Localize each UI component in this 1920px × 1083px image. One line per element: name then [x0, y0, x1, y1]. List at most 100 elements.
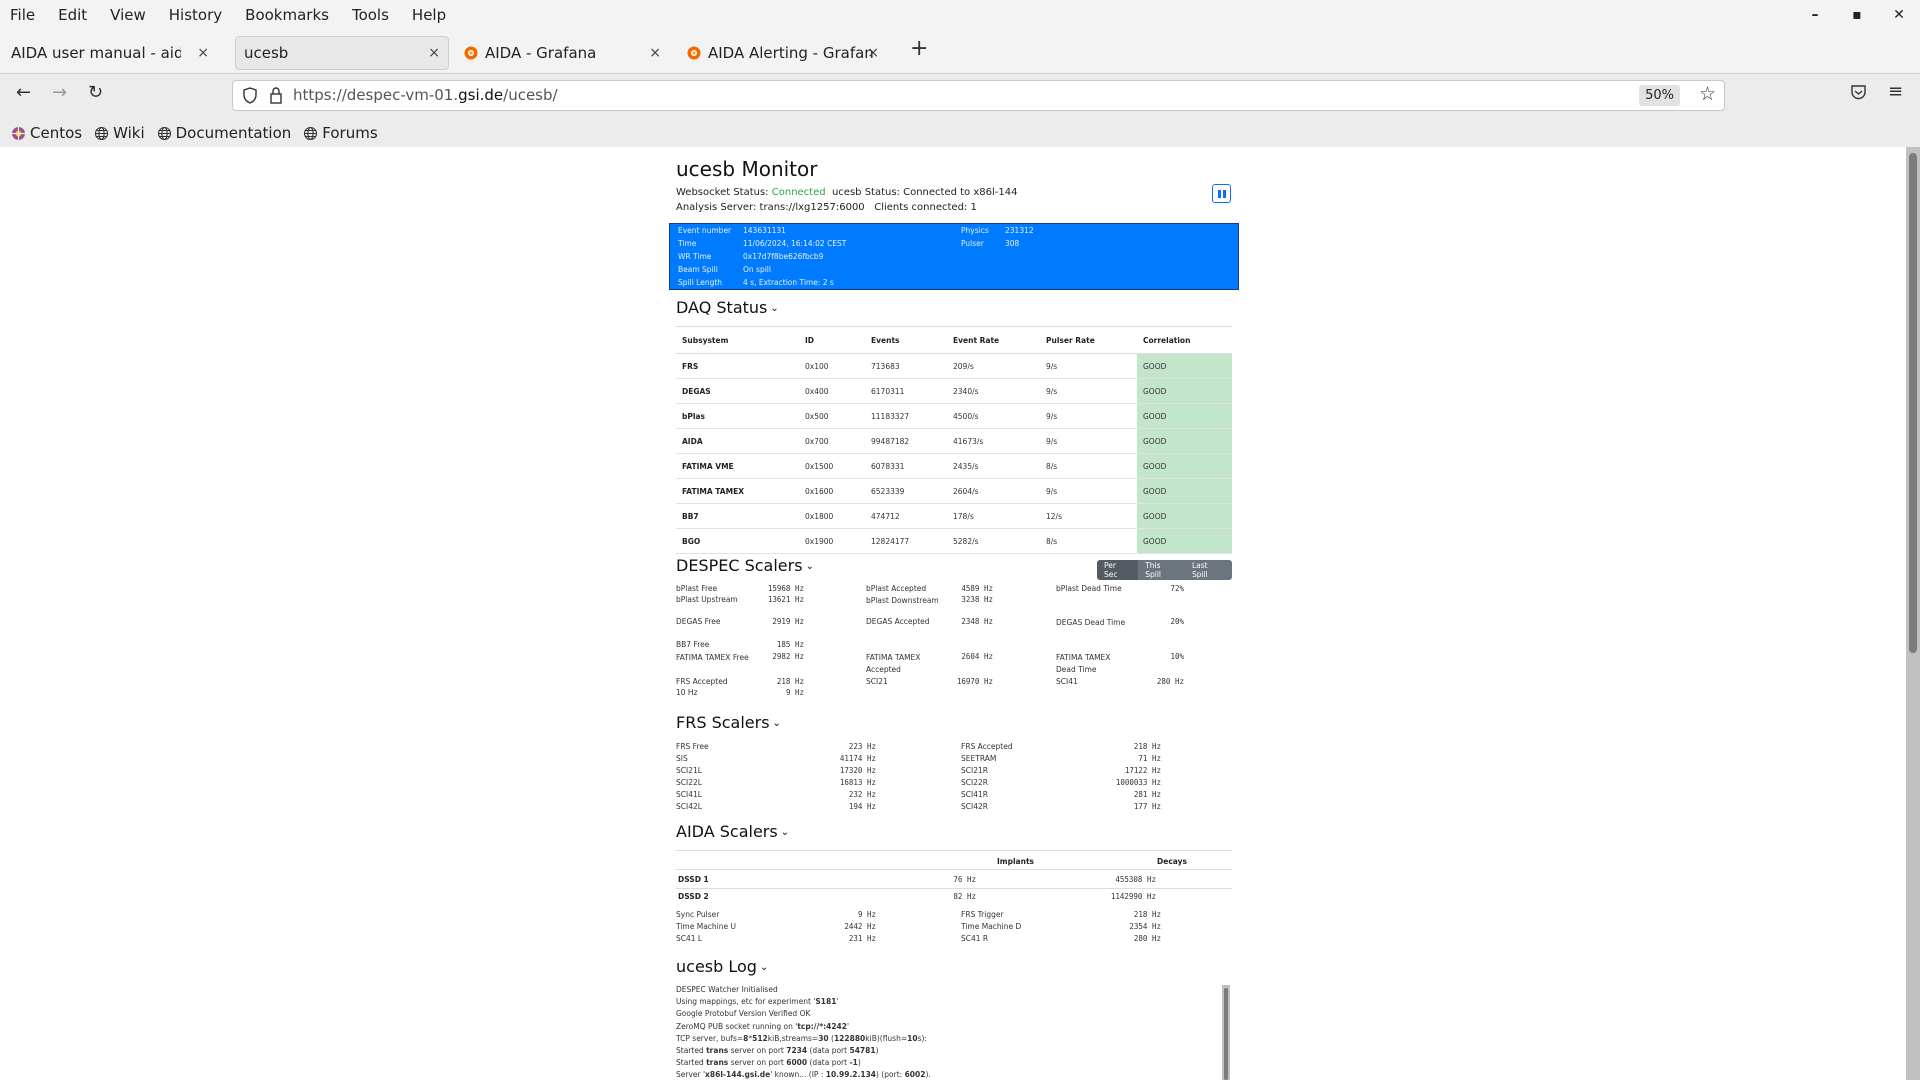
frs-sci42r-value: 177 Hz — [1133, 801, 1161, 811]
event-rate-cell: 4500/s — [947, 403, 1040, 429]
tab-label: AIDA - Grafana — [485, 44, 597, 62]
menu-item-view[interactable]: View — [110, 6, 146, 24]
forward-button[interactable]: → — [52, 82, 67, 103]
menu-item-history[interactable]: History — [169, 6, 222, 24]
close-tab-icon[interactable]: × — [649, 45, 661, 61]
scaler-degas-free-label: DEGAS Free — [676, 617, 721, 626]
page-scrollbar[interactable] — [1906, 147, 1920, 1080]
maximize-button[interactable]: ▪ — [1836, 7, 1878, 23]
log-line: TCP server, bufs=8*512kiB,streams=30 (12… — [676, 1033, 927, 1043]
aida-scalers-title: AIDA Scalers — [676, 822, 778, 841]
reload-button[interactable]: ↻ — [88, 82, 103, 103]
shield-icon[interactable] — [243, 87, 257, 104]
url-text[interactable]: https://despec-vm-01.gsi.de/ucesb/ — [293, 86, 558, 104]
tab-label: AIDA Alerting - Grafana — [708, 44, 873, 62]
url-prefix: https://despec-vm-01. — [293, 86, 459, 104]
aida-sync-pulser-label: Sync Pulser — [676, 910, 720, 919]
pause-button[interactable] — [1212, 184, 1231, 203]
tab-aida-grafana[interactable]: AIDA - Grafana × — [455, 36, 669, 70]
events-cell: 6523339 — [865, 478, 947, 504]
bookmark-label: Forums — [322, 124, 378, 142]
event-rate-cell: 5282/s — [947, 528, 1040, 554]
events-cell: 474712 — [865, 503, 947, 529]
bookmark-wiki[interactable]: Wiki — [94, 124, 145, 142]
log-scrollbar[interactable] — [1222, 985, 1230, 1080]
per-sec-button[interactable]: Per Sec — [1097, 560, 1139, 580]
ucesb-log-heading[interactable]: ucesb Log ⌄ — [676, 957, 768, 976]
aida-frs-trigger-value: 218 Hz — [1133, 910, 1161, 919]
bookmark-forums[interactable]: Forums — [303, 124, 378, 142]
minimize-button[interactable]: – — [1794, 7, 1836, 23]
scaler-fatima-tamex-dead-time-value: 10% — [1170, 652, 1184, 661]
scaler-10-hz-value: 9 Hz — [785, 688, 804, 697]
subsystem-cell: BB7 — [676, 503, 799, 529]
bookmark-centos[interactable]: Centos — [11, 124, 82, 142]
menu-item-file[interactable]: File — [10, 6, 35, 24]
subsystem-cell: FATIMA TAMEX — [676, 478, 799, 504]
table-row: AIDA 0x700 99487182 41673/s 9/s GOOD — [676, 428, 1232, 454]
frs-sci41r-value: 281 Hz — [1133, 789, 1161, 799]
dssd-decays: 455308 Hz — [1115, 875, 1156, 884]
tab-aida-alerting-grafana[interactable]: AIDA Alerting - Grafana × — [678, 36, 887, 70]
event-rate-cell: 41673/s — [947, 428, 1040, 454]
subsystem-cell: bPlas — [676, 403, 799, 429]
subsystem-cell: DEGAS — [676, 378, 799, 404]
frs-sci21r-label: SCI21R — [961, 765, 988, 775]
scaler-bplast-downstream-value: 3238 Hz — [961, 595, 993, 604]
subsystem-cell: AIDA — [676, 428, 799, 454]
new-tab-button[interactable]: + — [910, 36, 928, 61]
despec-scalers-heading[interactable]: DESPEC Scalers ⌄ — [676, 556, 814, 575]
log-line: Started trans server on port 7234 (data … — [676, 1045, 879, 1055]
frs-sci42r-label: SCI42R — [961, 801, 988, 811]
table-header-row: Subsystem ID Events Event Rate Pulser Rate Co… — [676, 326, 1232, 354]
despec-scalers-title: DESPEC Scalers — [676, 556, 803, 575]
close-tab-icon[interactable]: × — [197, 45, 209, 61]
close-tab-icon[interactable]: × — [867, 45, 879, 61]
chevron-down-icon: ⌄ — [770, 303, 779, 314]
url-domain: gsi.de — [458, 86, 504, 104]
frs-frs-free-value: 223 Hz — [848, 742, 876, 751]
menu-item-tools[interactable]: Tools — [352, 6, 389, 24]
scaler-degas-dead-time-value: 20% — [1170, 617, 1184, 626]
tab-aida-user-manual-aida-man[interactable]: AIDA user manual - aida_man × — [3, 36, 217, 70]
log-line: Started trans server on port 6000 (data … — [676, 1058, 861, 1068]
url-bar[interactable]: https://despec-vm-01.gsi.de/ucesb/ 50% ☆ — [232, 80, 1725, 111]
lock-icon[interactable] — [269, 86, 283, 104]
table-row: BB7 0x1800 474712 178/s 12/s GOOD — [676, 503, 1232, 529]
column-header: Subsystem — [676, 326, 799, 354]
back-button[interactable]: ← — [16, 82, 31, 103]
menu-item-help[interactable]: Help — [412, 6, 446, 24]
frs-frs-accepted-label: FRS Accepted — [961, 742, 1013, 751]
daq-status-heading[interactable]: DAQ Status ⌄ — [676, 298, 779, 317]
event-info-panel: Event number 143631131 Time 11/06/2024, … — [669, 223, 1239, 290]
aida-scalers-heading[interactable]: AIDA Scalers ⌄ — [676, 822, 789, 841]
last-spill-button[interactable]: Last Spill — [1184, 560, 1232, 580]
id-cell: 0x500 — [799, 403, 865, 429]
close-window-button[interactable]: ✕ — [1878, 7, 1920, 23]
close-tab-icon[interactable]: × — [428, 45, 440, 61]
globe-icon — [304, 126, 318, 140]
frs-scalers-heading[interactable]: FRS Scalers ⌄ — [676, 713, 781, 732]
frs-sci22l-value: 16813 Hz — [839, 777, 876, 787]
events-cell: 6078331 — [865, 453, 947, 479]
scaler-bplast-free-value: 15968 Hz — [767, 584, 804, 593]
pocket-icon[interactable] — [1850, 84, 1867, 101]
decays-header: Decays — [1157, 857, 1187, 866]
id-cell: 0x1500 — [799, 453, 865, 479]
correlation-cell: GOOD — [1137, 528, 1232, 554]
page-scrollbar-thumb[interactable] — [1909, 153, 1917, 653]
bookmark-documentation[interactable]: Documentation — [157, 124, 291, 142]
table-row: bPlas 0x500 11183327 4500/s 9/s GOOD — [676, 403, 1232, 429]
scaler-bplast-upstream-value: 13621 Hz — [767, 595, 804, 604]
id-cell: 0x1600 — [799, 478, 865, 504]
pause-icon — [1217, 189, 1221, 198]
menu-item-bookmarks[interactable]: Bookmarks — [245, 6, 329, 24]
tab-ucesb[interactable]: ucesb × — [235, 36, 449, 70]
hamburger-menu-icon[interactable]: ≡ — [1888, 81, 1903, 102]
this-spill-button[interactable]: This Spill — [1138, 560, 1185, 580]
zoom-level-button[interactable]: 50% — [1639, 85, 1680, 106]
table-row: FATIMA TAMEX 0x1600 6523339 2604/s 9/s GOOD — [676, 478, 1232, 504]
dssd-label: DSSD 1 — [678, 875, 709, 884]
menu-item-edit[interactable]: Edit — [58, 6, 87, 24]
bookmark-star-icon[interactable]: ☆ — [1699, 83, 1716, 105]
